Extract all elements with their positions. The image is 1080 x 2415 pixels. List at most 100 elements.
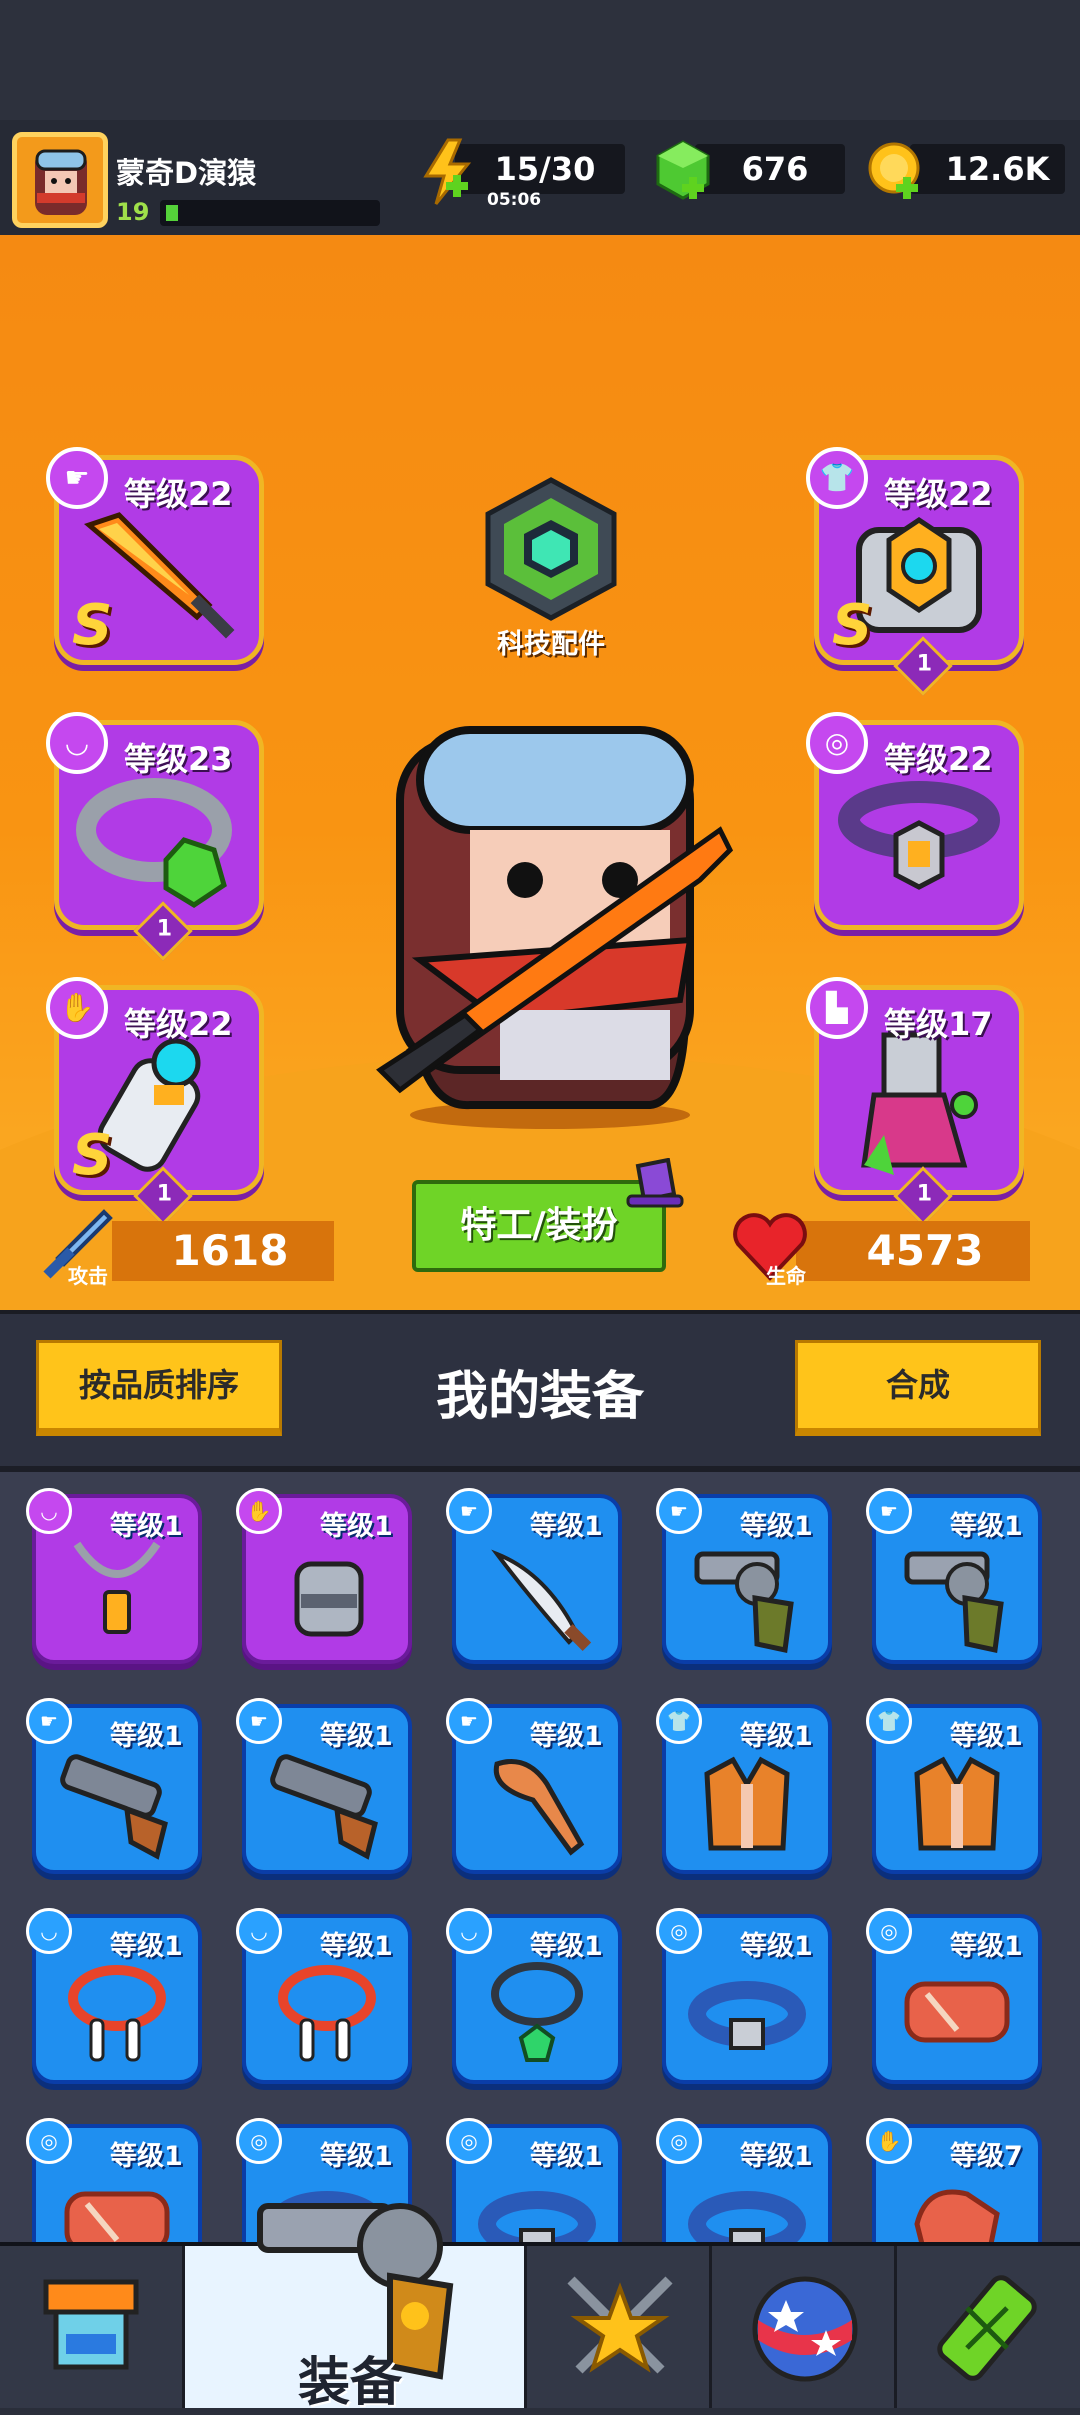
- inventory-item[interactable]: 👕 等级1: [866, 1698, 1042, 1874]
- player-name: 蒙奇D演猿: [116, 156, 257, 190]
- bat-icon: [493, 1759, 585, 1856]
- inventory-item[interactable]: ☛ 等级1: [446, 1488, 622, 1664]
- dna-capsule-icon: [937, 2275, 1037, 2381]
- inventory-item[interactable]: ☛ 等级1: [656, 1488, 832, 1664]
- inventory-item[interactable]: ☛ 等级1: [866, 1488, 1042, 1664]
- energy-value: 15/30: [494, 150, 596, 188]
- inventory-item[interactable]: ☛ 等级1: [446, 1698, 622, 1874]
- inventory-item[interactable]: ◡ 等级1: [236, 1908, 412, 2084]
- revolver-icon: [904, 1551, 1004, 1654]
- bandage-belt-icon: [904, 1981, 1010, 2043]
- item-type-icon: ✋: [236, 1488, 282, 1534]
- inventory-item[interactable]: ◡ 等级1: [26, 1488, 202, 1664]
- item-level: 等级1: [950, 1931, 1023, 1962]
- inventory-item[interactable]: ☛ 等级1: [26, 1698, 202, 1874]
- energy-icon[interactable]: [418, 138, 478, 208]
- belt-type-icon: ◎: [806, 712, 868, 774]
- item-type-icon: ◎: [236, 2118, 282, 2164]
- item-level: 等级1: [110, 1931, 183, 1962]
- player-avatar[interactable]: [12, 132, 108, 228]
- item-level: 等级1: [320, 1931, 393, 1962]
- shotgun-icon: [270, 1754, 378, 1860]
- tech-hexagon-icon: [485, 477, 617, 621]
- item-level: 等级1: [740, 2141, 813, 2172]
- nav-tab-gene[interactable]: [897, 2246, 1080, 2408]
- player-level: 19: [116, 198, 150, 226]
- inventory-item[interactable]: ✋ 等级7: [866, 2118, 1042, 2242]
- item-type-icon: ◡: [26, 1908, 72, 1954]
- belt-level: 等级22: [884, 740, 993, 778]
- item-level: 等级1: [530, 2141, 603, 2172]
- item-type-icon: ◎: [26, 2118, 72, 2164]
- item-level: 等级1: [320, 1511, 393, 1542]
- hp-label: 生命: [766, 1264, 806, 1288]
- shotgun-icon: [60, 1754, 168, 1860]
- xp-bar-fill: [166, 205, 178, 221]
- merge-button[interactable]: 合成: [795, 1340, 1041, 1436]
- star-swords-icon: [567, 2276, 673, 2374]
- gloves-level: 等级22: [124, 1005, 233, 1043]
- inventory-item[interactable]: ✋ 等级1: [236, 1488, 412, 1664]
- necklace-slot[interactable]: ◡ 等级23 1: [46, 712, 264, 961]
- necklace-icon: [73, 1541, 161, 1634]
- inventory-item[interactable]: ◎ 等级1: [446, 2118, 622, 2242]
- inventory-item[interactable]: ◡ 等级1: [26, 1908, 202, 2084]
- item-type-icon: ☛: [236, 1698, 282, 1744]
- nav-label-equipment: 装备: [298, 2353, 403, 2413]
- item-type-icon: ☛: [446, 1698, 492, 1744]
- star-ball-icon: [752, 2276, 858, 2382]
- inventory-item[interactable]: 👕 等级1: [656, 1698, 832, 1874]
- item-type-icon: ☛: [866, 1488, 912, 1534]
- nav-tab-events[interactable]: [712, 2246, 897, 2408]
- nav-tab-battle[interactable]: [527, 2246, 712, 2408]
- sort-by-quality-button[interactable]: 按品质排序: [36, 1340, 282, 1436]
- item-type-icon: ◡: [26, 1488, 72, 1534]
- jacket-icon: [914, 1756, 1000, 1851]
- tech-parts[interactable]: 科技配件: [478, 476, 624, 666]
- gloves-rank: S: [72, 1123, 113, 1188]
- armor-slot[interactable]: 👕 等级22 S 1: [806, 447, 1024, 696]
- hp-value: 4573: [866, 1226, 984, 1275]
- item-type-icon: ◡: [446, 1908, 492, 1954]
- sword-icon: [491, 1549, 592, 1651]
- belt-slot[interactable]: ◎ 等级22: [806, 712, 1024, 930]
- item-level: 等级1: [530, 1721, 603, 1752]
- necklace-type-icon: ◡: [46, 712, 108, 774]
- boots-slot[interactable]: ▙ 等级17 1: [806, 977, 1024, 1226]
- bandage-glove-icon: [914, 2189, 1000, 2242]
- armor-level: 等级22: [884, 475, 993, 513]
- item-level: 等级1: [320, 2141, 393, 2172]
- glove-icon: [294, 1561, 364, 1637]
- necklace-level: 等级23: [124, 740, 233, 778]
- inventory-item[interactable]: ◎ 等级1: [656, 2118, 832, 2242]
- item-level: 等级1: [950, 1721, 1023, 1752]
- inventory-grid: ◡ 等级1 ✋ 等级1 ☛ 等级1 ☛ 等级1 ☛ 等级1 ☛ 等级1 ☛ 等级1 ☛ 等级1 👕 等级1 👕 等级1…: [0, 1472, 1080, 2242]
- belt-icon: [688, 2191, 806, 2242]
- jacket-icon: [704, 1756, 790, 1851]
- inventory-item[interactable]: ◎ 等级1: [26, 2118, 202, 2242]
- item-type-icon: ☛: [656, 1488, 702, 1534]
- attack-label: 攻击: [68, 1264, 108, 1288]
- weapon-slot[interactable]: ☛ 等级22 S: [46, 447, 264, 665]
- inventory-item[interactable]: ◎ 等级1: [656, 1908, 832, 2084]
- gloves-type-icon: ✋: [46, 977, 108, 1039]
- weapon-rank: S: [72, 593, 113, 658]
- belt-icon: [688, 1981, 806, 2050]
- gold-coin-icon[interactable]: [866, 140, 928, 206]
- gloves-slot[interactable]: ✋ 等级22 S 1: [46, 977, 264, 1226]
- item-type-icon: ◎: [866, 1908, 912, 1954]
- gem-necklace-icon: [491, 1962, 583, 2062]
- nav-tab-shop[interactable]: [0, 2246, 185, 2408]
- hat-icon: [626, 1158, 684, 1208]
- inventory-item[interactable]: ☛ 等级1: [236, 1698, 412, 1874]
- armor-rank: S: [832, 593, 873, 658]
- status-bar-area: [0, 0, 1080, 120]
- item-level: 等级1: [320, 1721, 393, 1752]
- inventory-item[interactable]: ◡ 等级1: [446, 1908, 622, 2084]
- inventory-item[interactable]: ◎ 等级1: [866, 1908, 1042, 2084]
- item-type-icon: ◎: [656, 1908, 702, 1954]
- attack-value: 1618: [171, 1226, 289, 1275]
- revolver-icon: [694, 1551, 794, 1654]
- item-type-icon: ☛: [26, 1698, 72, 1744]
- player-character: [376, 726, 734, 1129]
